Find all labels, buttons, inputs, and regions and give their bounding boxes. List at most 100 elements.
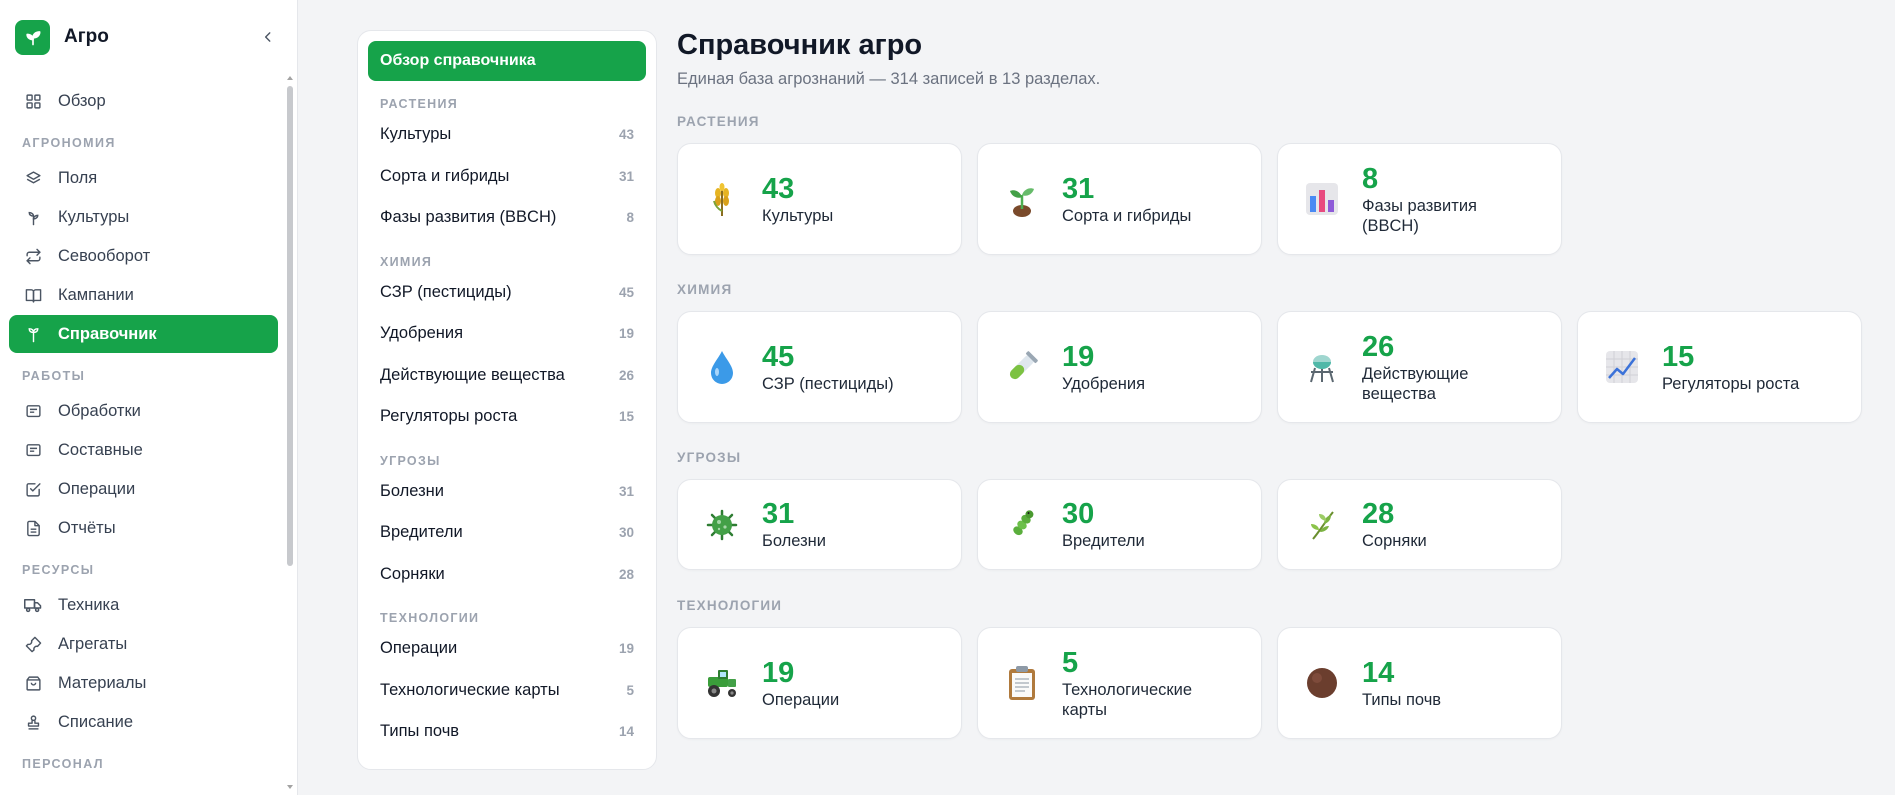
stat-card-pests[interactable]: 30 Вредители bbox=[977, 479, 1262, 570]
directory-item-weeds[interactable]: Сорняки 28 bbox=[368, 554, 646, 596]
sidebar-item-rotation[interactable]: Севооборот bbox=[9, 237, 278, 275]
sidebar-item-directory[interactable]: Справочник bbox=[9, 315, 278, 353]
sidebar-section-work: РАБОТЫ bbox=[22, 369, 86, 383]
stat-card-weeds[interactable]: 28 Сорняки bbox=[1277, 479, 1562, 570]
directory-item-label: Сорняки bbox=[380, 564, 445, 583]
stat-label: Действующие вещества bbox=[1362, 364, 1469, 403]
sidebar-item-treatments[interactable]: Обработки bbox=[9, 392, 278, 430]
stat-card-pesticides[interactable]: 45 СЗР (пестициды) bbox=[677, 311, 962, 423]
main-content: Справочник агро Единая база агрознаний —… bbox=[677, 0, 1895, 795]
stat-card-fertilizers[interactable]: 19 Удобрения bbox=[977, 311, 1262, 423]
directory-item-label: Болезни bbox=[380, 481, 444, 500]
sidebar-item-machinery[interactable]: Техника bbox=[9, 586, 278, 624]
stat-card-varieties[interactable]: 31 Сорта и гибриды bbox=[977, 143, 1262, 255]
scroll-up-arrow[interactable] bbox=[287, 76, 293, 80]
soil-icon bbox=[1304, 665, 1340, 701]
directory-item-count: 15 bbox=[618, 409, 634, 425]
sidebar-item-campaigns[interactable]: Кампании bbox=[9, 276, 278, 314]
stat-label: Сорта и гибриды bbox=[1062, 206, 1192, 225]
stat-value: 14 bbox=[1362, 656, 1395, 689]
stat-card-soil-types[interactable]: 14 Типы почв bbox=[1277, 627, 1562, 739]
directory-item-growth-regulators[interactable]: Регуляторы роста 15 bbox=[368, 396, 646, 438]
microbe-icon bbox=[704, 507, 740, 543]
stat-value: 26 bbox=[1362, 330, 1395, 363]
sidebar-item-writeoff[interactable]: Списание bbox=[9, 703, 278, 741]
stat-label: Удобрения bbox=[1062, 374, 1146, 393]
directory-item-varieties[interactable]: Сорта и гибриды 31 bbox=[368, 156, 646, 198]
card-row-plants: 43 Культуры 31 Сорта и гибриды 8 Фазы разви… bbox=[677, 143, 1562, 255]
stat-value: 5 bbox=[1062, 646, 1079, 679]
directory-item-pests[interactable]: Вредители 30 bbox=[368, 512, 646, 554]
directory-item-pesticides[interactable]: СЗР (пестициды) 45 bbox=[368, 272, 646, 314]
stat-label: Вредители bbox=[1062, 532, 1145, 550]
stat-card-crops[interactable]: 43 Культуры bbox=[677, 143, 962, 255]
trend-chart-icon bbox=[1604, 349, 1640, 385]
sidebar-item-materials[interactable]: Материалы bbox=[9, 664, 278, 702]
sidebar-item-overview[interactable]: Обзор bbox=[9, 82, 278, 120]
directory-item-label: Регуляторы роста bbox=[380, 407, 518, 426]
sidebar-item-label: Агрегаты bbox=[58, 634, 128, 653]
package-icon bbox=[23, 673, 43, 693]
sidebar-item-compound[interactable]: Составные bbox=[9, 431, 278, 469]
directory-item-label: Действующие вещества bbox=[380, 365, 565, 384]
card-row-threats: 31 Болезни 30 Вредители 28 Сорняки bbox=[677, 479, 1562, 570]
sidebar-scrollbar[interactable] bbox=[286, 74, 294, 795]
directory-item-count: 31 bbox=[618, 483, 634, 499]
sidebar-header: Агро bbox=[0, 0, 297, 74]
stat-value: 28 bbox=[1362, 498, 1395, 530]
stat-card-diseases[interactable]: 31 Болезни bbox=[677, 479, 962, 570]
directory-section-chemistry: ХИМИЯ bbox=[380, 254, 433, 269]
sidebar-item-label: Обзор bbox=[58, 91, 106, 110]
sidebar-item-label: Обработки bbox=[58, 401, 141, 420]
directory-item-label: Удобрения bbox=[380, 324, 464, 343]
directory-item-fertilizers[interactable]: Удобрения 19 bbox=[368, 313, 646, 355]
grid-icon bbox=[23, 91, 43, 111]
leaf-icon bbox=[25, 31, 41, 46]
stat-value: 30 bbox=[1062, 498, 1095, 530]
app-title: Агро bbox=[64, 26, 109, 47]
stat-label: Сорняки bbox=[1362, 532, 1427, 550]
sidebar-item-crops[interactable]: Культуры bbox=[9, 198, 278, 236]
stat-value: 45 bbox=[762, 340, 795, 373]
sidebar-nav: Обзор АГРОНОМИЯ Поля Культуры Севооборот… bbox=[0, 74, 287, 795]
card-row-technologies: 19 Операции 5 Технологические карты 14 Типы… bbox=[677, 627, 1562, 739]
test-tube-icon bbox=[1004, 349, 1040, 385]
sidebar-item-fields[interactable]: Поля bbox=[9, 159, 278, 197]
directory-item-bbch[interactable]: Фазы развития (BBCH) 8 bbox=[368, 197, 646, 239]
directory-item-operations[interactable]: Операции 19 bbox=[368, 628, 646, 670]
directory-item-tech-maps[interactable]: Технологические карты 5 bbox=[368, 670, 646, 712]
directory-overview-item[interactable]: Обзор справочника bbox=[368, 41, 646, 81]
directory-item-count: 5 bbox=[626, 682, 634, 698]
directory-item-active-substances[interactable]: Действующие вещества 26 bbox=[368, 355, 646, 397]
directory-item-label: Типы почв bbox=[380, 722, 460, 741]
directory-item-crops[interactable]: Культуры 43 bbox=[368, 114, 646, 156]
directory-item-label: Сорта и гибриды bbox=[380, 166, 510, 185]
directory-section-threats: УГРОЗЫ bbox=[380, 453, 441, 468]
stat-value: 19 bbox=[1062, 340, 1095, 373]
stat-label: Фазы развития (BBCH) bbox=[1362, 196, 1477, 235]
stat-card-active-substances[interactable]: 26 Действующие вещества bbox=[1277, 311, 1562, 423]
directory-item-soil-types[interactable]: Типы почв 14 bbox=[368, 711, 646, 753]
section-label-technologies: ТЕХНОЛОГИИ bbox=[677, 598, 783, 613]
scroll-down-arrow[interactable] bbox=[287, 785, 293, 789]
sidebar-item-operations[interactable]: Операции bbox=[9, 470, 278, 508]
stat-label: Операции bbox=[762, 690, 840, 709]
directory-item-count: 14 bbox=[618, 724, 634, 740]
droplet-icon bbox=[704, 349, 740, 385]
layers-icon bbox=[23, 168, 43, 188]
app-logo[interactable] bbox=[15, 19, 50, 55]
herb-icon bbox=[1304, 507, 1340, 543]
sidebar-item-label: Операции bbox=[58, 479, 136, 498]
stat-card-tech-maps[interactable]: 5 Технологические карты bbox=[977, 627, 1262, 739]
plant-icon bbox=[23, 324, 43, 344]
stat-card-bbch[interactable]: 8 Фазы развития (BBCH) bbox=[1277, 143, 1562, 255]
stat-card-growth-regulators[interactable]: 15 Регуляторы роста bbox=[1577, 311, 1862, 423]
sidebar-item-reports[interactable]: Отчёты bbox=[9, 509, 278, 547]
collapse-sidebar-button[interactable] bbox=[255, 24, 281, 50]
scrollbar-thumb[interactable] bbox=[287, 86, 293, 566]
directory-item-label: Культуры bbox=[380, 125, 452, 144]
directory-item-count: 31 bbox=[618, 168, 634, 184]
directory-item-diseases[interactable]: Болезни 31 bbox=[368, 471, 646, 513]
sidebar-item-implements[interactable]: Агрегаты bbox=[9, 625, 278, 663]
stat-card-operations[interactable]: 19 Операции bbox=[677, 627, 962, 739]
